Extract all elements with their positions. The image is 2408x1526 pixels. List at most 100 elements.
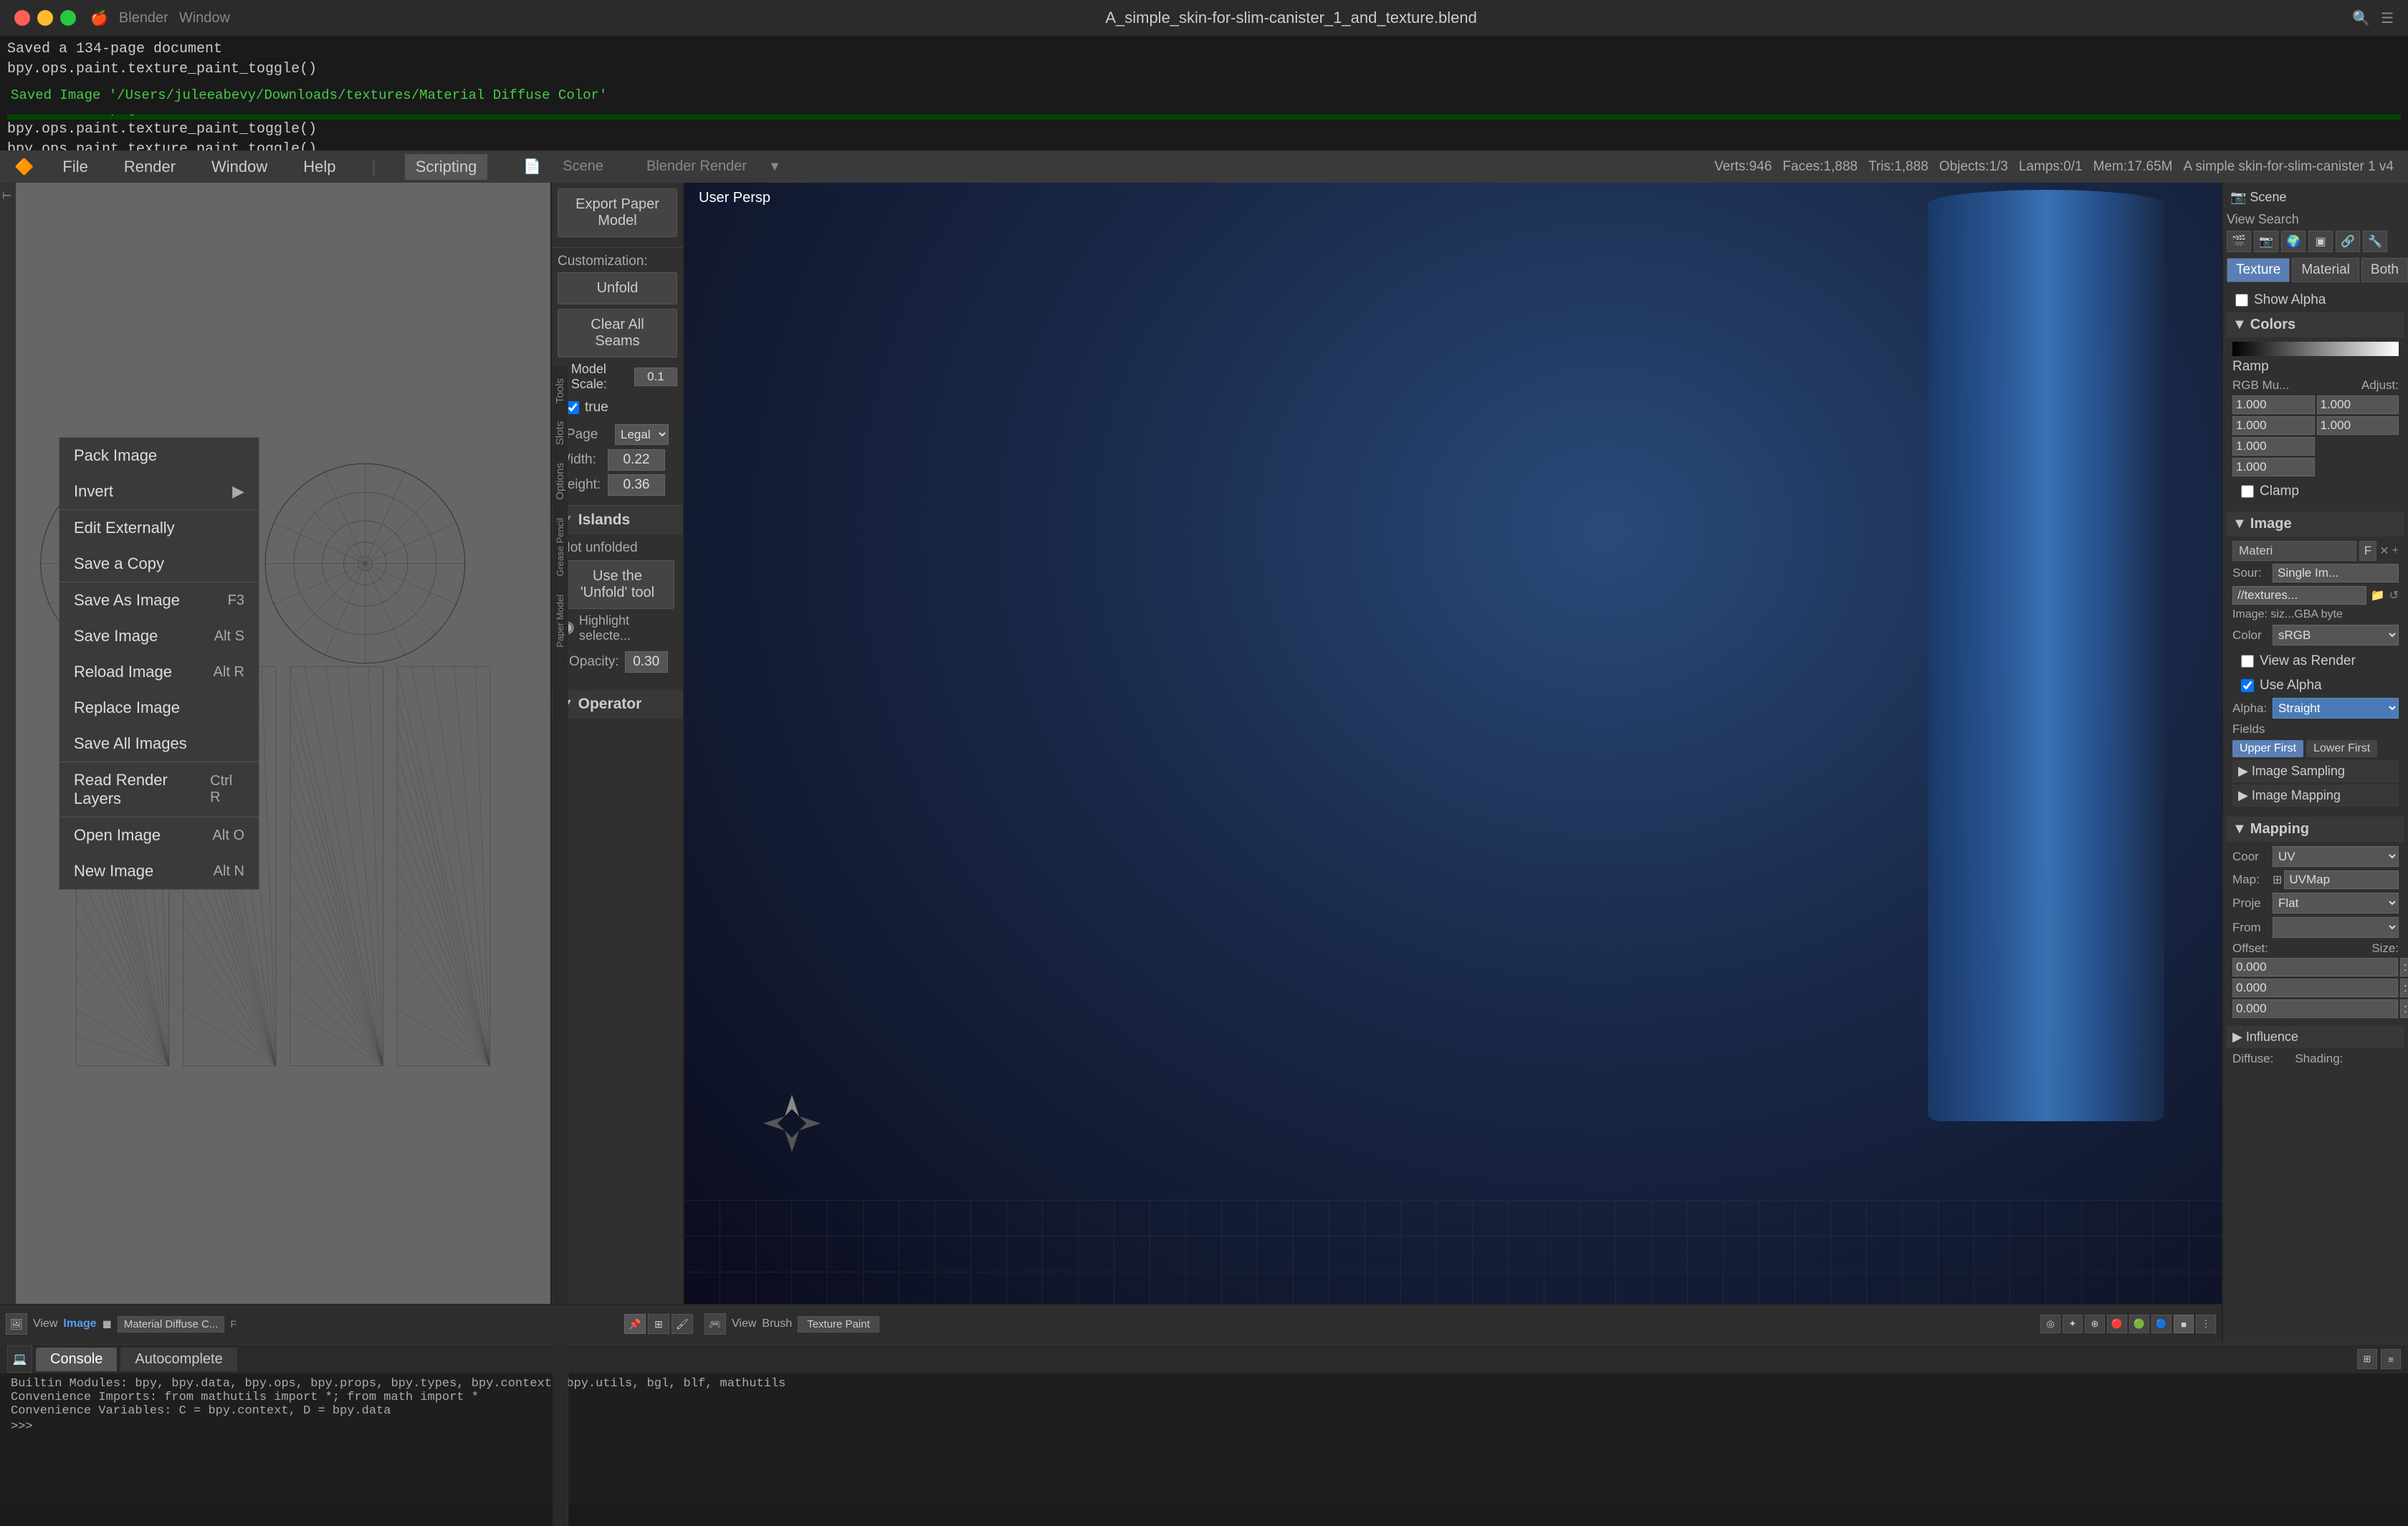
size-z-input[interactable]	[2400, 999, 2408, 1018]
export-paper-model-button[interactable]: Export Paper Model	[558, 188, 677, 237]
menu-help[interactable]: Help	[296, 154, 343, 180]
autocomplete-tab[interactable]: Autocomplete	[120, 1348, 236, 1371]
constraint-icon-btn[interactable]: 🔗	[2336, 231, 2360, 252]
viewport-icon-2[interactable]: ✦	[2063, 1315, 2083, 1333]
offset-y-input[interactable]	[2232, 979, 2398, 997]
width-input[interactable]	[608, 449, 665, 471]
ctx-open-image[interactable]: Open Image Alt O	[59, 817, 259, 853]
console-editor-icon[interactable]: 💻	[7, 1345, 32, 1373]
ctx-save-copy[interactable]: Save a Copy	[59, 546, 259, 582]
image-name-field[interactable]: Materi	[2232, 541, 2356, 561]
ctx-invert[interactable]: Invert ▶	[59, 474, 259, 509]
image-label-bottom[interactable]: Image	[63, 1318, 96, 1330]
console-nav-2[interactable]: ≡	[2381, 1349, 2401, 1369]
object-icon-btn[interactable]: ▣	[2308, 231, 2333, 252]
from-dropdown[interactable]	[2273, 917, 2399, 938]
use-unfold-button[interactable]: Use the 'Unfold' tool	[560, 560, 674, 609]
console-nav-1[interactable]: ⊞	[2357, 1349, 2377, 1369]
ctx-pack-image[interactable]: Pack Image	[59, 438, 259, 474]
world-icon-btn[interactable]: 🌍	[2281, 231, 2306, 252]
material-diffuse-label[interactable]: Material Diffuse C...	[118, 1316, 224, 1333]
side-tab-slots[interactable]: Slots	[553, 414, 568, 452]
image-mapping-header[interactable]: ▶ Image Mapping	[2232, 784, 2399, 807]
show-alpha-checkbox[interactable]	[2235, 294, 2248, 307]
search-label[interactable]: Search	[2258, 212, 2299, 227]
adjust-1-input[interactable]	[2317, 395, 2399, 414]
alpha-dropdown[interactable]: Straight	[2273, 698, 2399, 719]
size-x-input[interactable]	[2400, 958, 2408, 976]
clamp-checkbox[interactable]	[2241, 485, 2254, 498]
lower-first-button[interactable]: Lower First	[2306, 740, 2377, 757]
side-tab-tools[interactable]: Tools	[553, 371, 568, 411]
menu-file[interactable]: File	[55, 154, 95, 180]
page-dropdown[interactable]: Legal	[615, 424, 669, 445]
image-x-btn[interactable]: ✕	[2379, 544, 2389, 558]
offset-x-input[interactable]	[2232, 958, 2398, 976]
texture-tab[interactable]: Texture	[2227, 258, 2290, 282]
upper-first-button[interactable]: Upper First	[2232, 740, 2303, 757]
material-tab[interactable]: Material	[2292, 258, 2359, 282]
path-reload-btn[interactable]: ↺	[2389, 588, 2399, 603]
image-f-btn[interactable]: F	[2359, 541, 2376, 561]
viewport-icon-3[interactable]: ⊕	[2085, 1315, 2105, 1333]
ctx-read-render-layers[interactable]: Read Render Layers Ctrl R	[59, 762, 259, 817]
path-field[interactable]: //textures...	[2232, 586, 2366, 605]
tab-tools[interactable]: T	[0, 186, 16, 205]
view-label[interactable]: View	[2227, 212, 2255, 227]
colors-header[interactable]: ▼ Colors	[2227, 312, 2404, 337]
proje-dropdown[interactable]: Flat	[2273, 893, 2399, 913]
influence-header[interactable]: ▶ Influence	[2227, 1026, 2404, 1048]
size-y-input[interactable]	[2400, 979, 2408, 997]
ctx-save-as-image[interactable]: Save As Image F3	[59, 582, 259, 618]
console-input[interactable]	[39, 1420, 2397, 1431]
color-dropdown[interactable]: sRGB	[2273, 625, 2399, 646]
menu-render[interactable]: Render	[117, 154, 183, 180]
viewport-type-icon[interactable]: 🎮	[704, 1313, 726, 1335]
opacity-input[interactable]	[625, 651, 668, 673]
minimize-button[interactable]	[37, 10, 53, 26]
scene-icon-btn[interactable]: 📷	[2254, 231, 2278, 252]
view-3d-label[interactable]: View	[732, 1318, 756, 1330]
side-tab-grease-pencil[interactable]: Grease Pencil	[553, 511, 567, 584]
ctx-save-image[interactable]: Save Image Alt S	[59, 618, 259, 654]
view-label-bottom[interactable]: View	[33, 1318, 57, 1330]
viewport-icon-6[interactable]: 🔵	[2151, 1315, 2172, 1333]
render-icon-btn[interactable]: 🎬	[2227, 231, 2251, 252]
ctx-new-image[interactable]: New Image Alt N	[59, 853, 259, 889]
paint-icon[interactable]: 🖌	[672, 1314, 693, 1334]
unfold-button[interactable]: Unfold	[558, 272, 677, 304]
viewport-3d[interactable]: User Persp (25) A simple skin-for-slim-c…	[684, 183, 2222, 1343]
close-button[interactable]	[14, 10, 30, 26]
image-header[interactable]: ▼ Image	[2227, 512, 2404, 537]
view-as-render-checkbox[interactable]	[2241, 655, 2254, 668]
console-tab[interactable]: Console	[36, 1348, 117, 1371]
brush-label[interactable]: Brush	[762, 1318, 792, 1330]
maximize-button[interactable]	[60, 10, 76, 26]
viewport-icon-5[interactable]: 🟢	[2129, 1315, 2149, 1333]
pin-icon[interactable]: 📌	[624, 1314, 646, 1334]
offset-z-input[interactable]	[2232, 999, 2398, 1018]
map-value[interactable]: UVMap	[2284, 870, 2399, 889]
model-scale-input[interactable]	[634, 368, 677, 386]
rgb-b-input[interactable]	[2232, 437, 2315, 456]
coor-dropdown[interactable]: UV	[2273, 846, 2399, 867]
source-dropdown[interactable]: Single Im...	[2273, 564, 2399, 582]
use-alpha-checkbox[interactable]	[2241, 679, 2254, 692]
islands-header[interactable]: ▼ Islands	[552, 506, 683, 534]
ctx-save-all-images[interactable]: Save All Images	[59, 726, 259, 762]
side-tab-paper-model[interactable]: Paper Model	[553, 587, 567, 655]
ctx-reload-image[interactable]: Reload Image Alt R	[59, 654, 259, 690]
modifier-icon-btn[interactable]: 🔧	[2363, 231, 2387, 252]
rgb-g-input[interactable]	[2232, 416, 2315, 435]
height-input[interactable]	[608, 474, 665, 496]
editor-type-icon[interactable]: 🖼	[6, 1313, 27, 1335]
ctx-edit-externally[interactable]: Edit Externally	[59, 510, 259, 546]
path-browse-btn[interactable]: 📁	[2371, 588, 2385, 603]
viewport-icon-4[interactable]: 🔴	[2107, 1315, 2127, 1333]
grid-icon[interactable]: ⊞	[648, 1314, 669, 1334]
viewport-icon-1[interactable]: ◎	[2040, 1315, 2060, 1333]
side-tab-options[interactable]: Options	[553, 456, 568, 507]
rgb-a-input[interactable]	[2232, 458, 2315, 476]
menu-scripting[interactable]: Scripting	[405, 154, 488, 180]
viewport-icon-7[interactable]: ■	[2174, 1315, 2194, 1333]
